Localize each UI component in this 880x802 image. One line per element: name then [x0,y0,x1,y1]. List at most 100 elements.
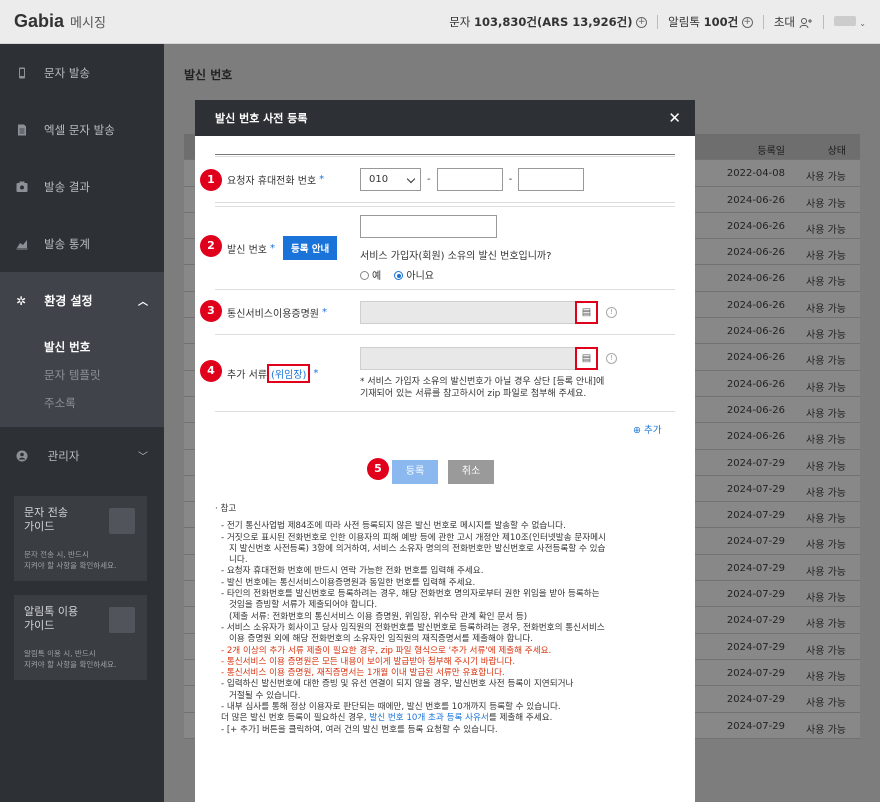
phone-prefix-select[interactable]: 010 [360,168,421,191]
radio-no-circle [394,271,404,280]
row-status: 사용 가능 [806,724,846,736]
file-attach-icon[interactable]: ▤ [575,300,598,324]
sms-charge-plus-icon[interactable]: + [636,17,648,28]
sidebar-item-label: 환경 설정 [44,294,93,308]
account-menu[interactable]: ⌄ [833,15,866,29]
row-status: 사용 가능 [806,251,846,263]
phone-inputs: 010 - - [350,157,675,202]
row-date: 2024-06-26 [726,194,785,206]
cancel-button[interactable]: 취소 [448,460,494,484]
invite-label: 초대 [773,15,795,29]
note-text: - [+ 추가] 버튼을 클릭하여, 여러 건의 발신 번호를 등록 요청할 수… [221,724,498,735]
extra-label-text: 추가 서류 [227,369,267,381]
power-of-attorney-link[interactable]: (위임장) [266,363,311,383]
phone-middle-input[interactable] [436,168,503,191]
column-header-status: 상태 [827,146,846,157]
note-text: - 내부 심사를 통해 정상 이용자로 판단되는 때에만, 발신 번호를 10개… [221,702,561,713]
submenu-sender-number[interactable]: 발신 번호 [44,333,164,361]
phone-label: 요청자 휴대전화 번호 * [215,157,350,202]
guide-description: 문자 전송 시, 반드시 지켜야 할 사항을 확인하세요. [24,550,117,570]
row-date: 2024-07-29 [726,536,785,548]
row-status: 사용 가능 [806,671,846,683]
note-item: - [+ 추가] 버튼을 클릭하여, 여러 건의 발신 번호를 등록 요청할 수… [221,725,685,736]
sender-number-input[interactable] [360,214,497,238]
sidebar-item-excel-send[interactable]: 엑셀 문자 발송 [0,101,164,158]
close-icon[interactable]: ✕ [668,109,681,127]
row-status: 사용 가능 [806,461,846,473]
excess-reason-link[interactable]: 발신 번호 10개 초과 등록 사유서 [369,713,488,723]
sender-label-text: 발신 번호 [227,244,267,256]
radio-yes-circle [360,271,369,280]
radio-no[interactable]: 아니요 [394,271,434,282]
certificate-file-input[interactable]: ▤ [360,300,598,324]
note-item: - 타인의 전화번호를 발신번호로 등록하려는 경우, 해당 전화번호 명의자로… [221,589,685,623]
row-status: 사용 가능 [806,487,846,499]
extra-document-note: * 서비스 가입자 소유의 발신번호가 아닐 경우 상단 [등록 안내]에 기재… [360,376,605,399]
row-date: 2024-07-29 [726,667,785,679]
row-status: 사용 가능 [806,303,846,315]
top-bar: Gabia 메시징 문자 103,830건(ARS 13,926건) + 알림톡… [0,0,880,44]
required-mark: * [269,242,275,254]
registration-guide-button[interactable]: 등록 안내 [282,236,338,260]
note-text: - 전기 통신사업법 제84조에 따라 사전 등록되지 않은 발신 번호로 메시… [221,521,566,532]
row-date: 2024-06-26 [726,352,785,364]
divider [762,15,764,29]
gear-icon: ✲ [16,294,27,308]
sidebar-item-send-result[interactable]: 발송 결과 [0,158,164,215]
chevron-down-icon: ⌄ [859,19,866,28]
phone-last-input[interactable] [518,168,585,191]
sidebar-item-settings[interactable]: ✲ 환경 설정 ︿ [0,272,164,329]
row-status: 사용 가능 [806,198,846,210]
alimtalk-guide-card[interactable]: 알림톡 이용 가이드 알림톡 이용 시, 반드시 지켜야 할 사항을 확인하세요… [14,595,147,680]
sidebar-item-label: 엑셀 문자 발송 [44,122,115,137]
row-date: 2022-04-08 [726,168,785,180]
row-date: 2024-06-26 [726,220,785,232]
register-button[interactable]: 등록 [392,460,438,484]
dash: - [427,174,431,185]
certificate-field: ▤ ! [350,290,675,334]
registration-form: 요청자 휴대전화 번호 * 010 - - 발신 번호 * 등록 안내 서비스 가입… [215,154,675,412]
row-date: 2024-07-29 [726,720,785,732]
step-marker-4: 4 [200,360,222,382]
certificate-label-text: 통신서비스이용증명원 [227,308,319,320]
note-item: - 통신서비스 이용 증명원, 재직증명서는 1개월 이내 발급된 서류만 유효… [221,668,685,679]
form-row-sender-number: 발신 번호 * 등록 안내 서비스 가입자(회원) 소유의 발신 번호입니까? 예… [215,206,675,290]
person-icon [16,450,28,462]
alimtalk-label: 알림톡 [668,15,700,29]
document-icon [18,124,26,135]
sidebar-item-admin[interactable]: 관리자 ﹀ [0,427,164,484]
logo[interactable]: Gabia [14,11,64,32]
sms-guide-card[interactable]: 문자 전송 가이드 문자 전송 시, 반드시 지켜야 할 사항을 확인하세요. [14,496,147,581]
row-date: 2024-06-26 [726,299,785,311]
note-item: - 발신 번호에는 통신서비스이용증명원과 동일한 번호를 입력해 주세요. [221,578,685,589]
info-icon[interactable]: ! [606,352,617,364]
required-mark: * [313,367,319,379]
row-date: 2024-07-29 [726,589,785,601]
alimtalk-balance: 알림톡 100건 + [668,14,753,30]
note-item: - 서비스 소유자가 회사이고 당사 임직원의 전화번호를 발신번호로 등록하려… [221,623,685,646]
alimtalk-charge-plus-icon[interactable]: + [741,17,753,28]
row-status: 사용 가능 [806,566,846,578]
row-status: 사용 가능 [806,330,846,342]
row-date: 2024-07-29 [726,483,785,495]
add-button[interactable]: ⊕ 추가 [633,422,661,436]
submenu-sms-template[interactable]: 문자 템플릿 [44,361,164,389]
alimtalk-count: 100건 [703,15,739,29]
submenu-address-book[interactable]: 주소록 [44,389,164,417]
sidebar-item-send-sms[interactable]: 문자 발송 [0,44,164,101]
step-marker-1: 1 [200,169,222,191]
modal-header: 발신 번호 사전 등록 ✕ [195,100,695,136]
column-header-date: 등록일 [757,146,785,157]
note-text: - 요청자 휴대전화 번호에 반드시 연락 가능한 전화 번호를 입력해 주세요… [221,566,484,577]
invite-button[interactable]: 초대 [774,14,813,30]
sidebar-item-label: 발송 통계 [44,236,90,251]
step-marker-2: 2 [200,235,222,257]
note-text: - 입력하신 발신번호에 대한 증빙 및 유선 연결이 되지 않을 경우, 발신… [221,679,574,701]
radio-yes[interactable]: 예 [360,271,381,282]
file-attach-icon[interactable]: ▤ [575,346,598,370]
row-date: 2024-06-26 [726,273,785,285]
extra-file-input[interactable]: ▤ [360,346,598,370]
info-icon[interactable]: ! [606,306,617,318]
row-date: 2024-07-29 [726,510,785,522]
sidebar-item-send-stats[interactable]: 발송 통계 [0,215,164,272]
